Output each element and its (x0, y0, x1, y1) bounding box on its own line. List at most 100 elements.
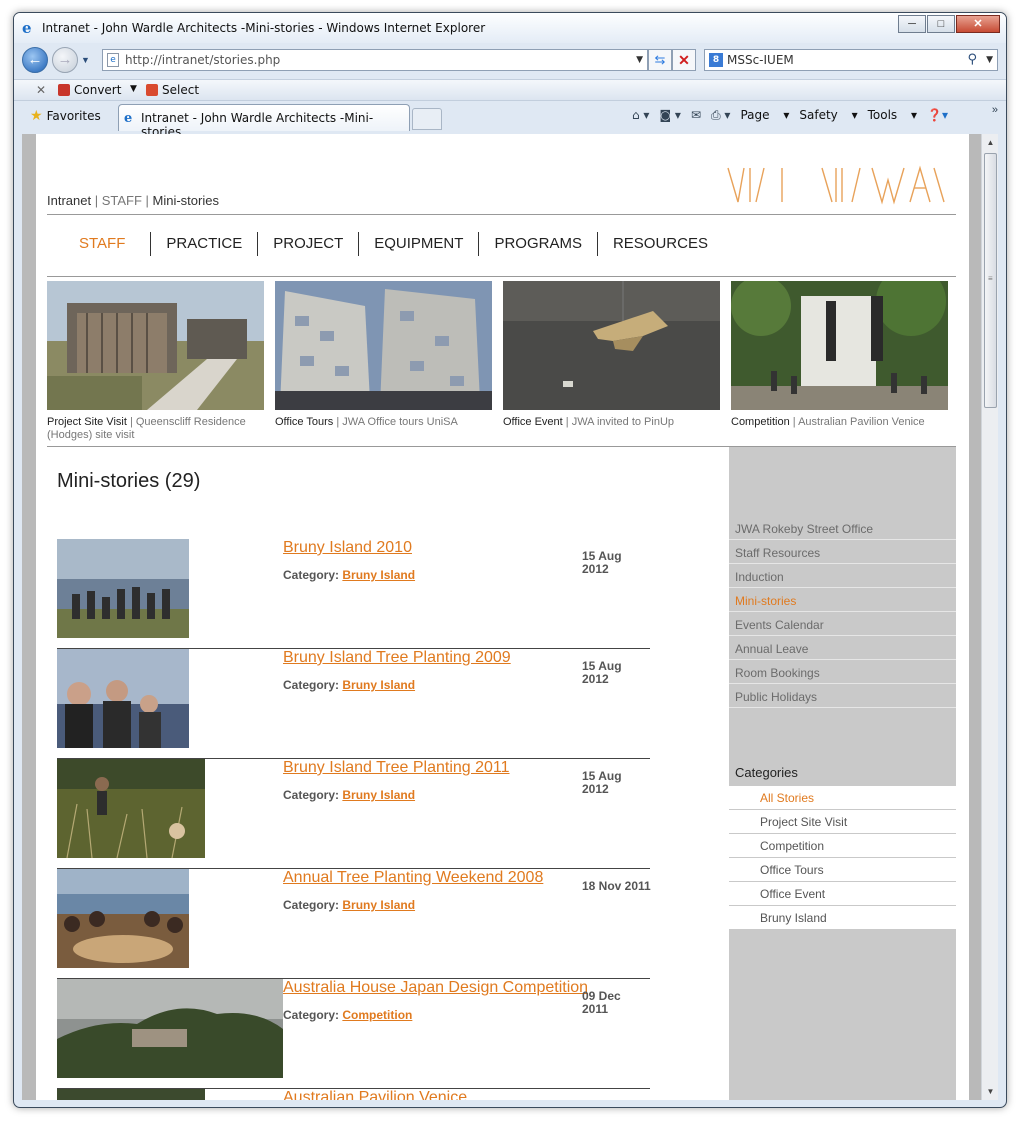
scroll-down-icon[interactable]: ▼ (982, 1083, 998, 1100)
feature-category[interactable]: Office Event (503, 416, 563, 428)
convert-dropdown-icon[interactable]: ▼ (130, 84, 137, 94)
story-category-link[interactable]: Bruny Island (342, 788, 415, 802)
feature-title[interactable]: JWA Office tours UniSA (342, 416, 458, 428)
story-date: 15 Aug 2012 (582, 770, 652, 796)
feature-card[interactable]: Project Site Visit | Queenscliff Residen… (47, 281, 264, 442)
breadcrumb-section[interactable]: STAFF (102, 193, 142, 208)
title-bar: e Intranet - John Wardle Architects -Min… (14, 13, 1006, 43)
feeds-icon[interactable]: ◙ ▾ (659, 108, 680, 123)
safety-menu[interactable]: Safety ▾ (799, 108, 857, 123)
page-menu[interactable]: Page ▾ (740, 108, 789, 123)
story-title-link[interactable]: Bruny Island 2010 (283, 539, 412, 557)
category-item-bruny-island[interactable]: Bruny Island (729, 906, 956, 930)
close-button[interactable]: ✕ (956, 15, 1000, 33)
feature-category[interactable]: Office Tours (275, 416, 333, 428)
feature-card[interactable]: Competition | Australian Pavilion Venice (731, 281, 948, 429)
new-tab-button[interactable] (412, 108, 442, 130)
stop-button[interactable]: ✕ (672, 49, 696, 71)
tools-menu[interactable]: Tools ▾ (868, 108, 917, 123)
feature-category[interactable]: Competition (731, 416, 790, 428)
jwa-logo[interactable] (724, 162, 949, 208)
toolbar-overflow-icon[interactable]: » (992, 104, 998, 116)
feature-photo[interactable] (503, 281, 720, 410)
scrollbar-thumb[interactable]: ≡ (984, 153, 997, 408)
feature-title[interactable]: JWA invited to PinUp (572, 416, 674, 428)
favorites-label: Favorites (46, 109, 101, 123)
help-icon[interactable]: ❓▾ (927, 108, 948, 123)
nav-item-resources[interactable]: RESOURCES (596, 232, 723, 256)
sidebar-item-induction[interactable]: Induction (729, 565, 956, 588)
sidebar-item-staff-resources[interactable]: Staff Resources (729, 541, 956, 564)
address-dropdown-icon[interactable]: ▼ (636, 50, 643, 70)
feature-photo[interactable] (275, 281, 492, 410)
select-button[interactable]: Select (146, 83, 199, 97)
sidebar-item-events-calendar[interactable]: Events Calendar (729, 613, 956, 636)
forward-button[interactable]: → (52, 47, 78, 73)
back-button[interactable]: ← (22, 47, 48, 73)
story-title-link[interactable]: Annual Tree Planting Weekend 2008 (283, 869, 543, 887)
refresh-button[interactable]: ⇆ (648, 49, 672, 71)
recent-pages-dropdown-icon[interactable]: ▼ (81, 55, 90, 65)
category-item-project-site-visit[interactable]: Project Site Visit (729, 810, 956, 834)
story-title-link[interactable]: Bruny Island Tree Planting 2009 (283, 649, 511, 667)
story-title-link[interactable]: Australian Pavilion Venice (283, 1089, 467, 1100)
story-thumbnail[interactable] (57, 649, 189, 748)
feature-card[interactable]: Office Event | JWA invited to PinUp (503, 281, 720, 429)
home-icon[interactable]: ⌂ ▾ (632, 108, 649, 123)
story-date-day: 18 Nov 2011 (582, 879, 651, 893)
nav-item-practice[interactable]: PRACTICE (150, 232, 257, 256)
feature-photo[interactable] (731, 281, 948, 410)
story-thumbnail[interactable] (57, 539, 189, 638)
favorites-button[interactable]: ★ Favorites (30, 108, 101, 124)
sidebar-item-annual-leave[interactable]: Annual Leave (729, 637, 956, 660)
nav-item-equipment[interactable]: EQUIPMENT (358, 232, 478, 256)
pdf-convert-icon (58, 84, 70, 96)
sidebar-item-mini-stories[interactable]: Mini-stories (729, 589, 956, 612)
feature-card[interactable]: Office Tours | JWA Office tours UniSA (275, 281, 492, 429)
scroll-up-icon[interactable]: ▲ (982, 134, 998, 151)
story-title-link[interactable]: Australia House Japan Design Competition (283, 979, 588, 997)
nav-item-programs[interactable]: PROGRAMS (478, 232, 597, 256)
window-title: Intranet - John Wardle Architects -Mini-… (42, 21, 486, 35)
feature-photo[interactable] (47, 281, 264, 410)
close-toolbar-icon[interactable]: ✕ (36, 83, 46, 97)
minimize-button[interactable]: ─ (898, 15, 926, 33)
search-icon[interactable]: ⚲ (967, 50, 977, 70)
caption-separator: | (333, 416, 343, 428)
search-dropdown-icon[interactable]: ▼ (986, 50, 993, 70)
vertical-scrollbar[interactable]: ▲ ≡ ▼ (981, 134, 998, 1100)
category-item-office-tours[interactable]: Office Tours (729, 858, 956, 882)
nav-item-project[interactable]: PROJECT (257, 232, 358, 256)
category-item-all-stories[interactable]: All Stories (729, 786, 956, 810)
search-box[interactable]: 8 MSSc-IUEM ⚲ ▼ (704, 49, 998, 71)
sidebar-item-jwa-rokeby-street-office[interactable]: JWA Rokeby Street Office (729, 517, 956, 540)
maximize-button[interactable]: □ (927, 15, 955, 33)
address-bar[interactable]: e http://intranet/stories.php ▼ (102, 49, 648, 71)
feature-category[interactable]: Project Site Visit (47, 416, 127, 428)
category-label: Category: (283, 898, 340, 912)
feature-title[interactable]: Australian Pavilion Venice (798, 416, 925, 428)
category-item-competition[interactable]: Competition (729, 834, 956, 858)
category-item-office-event[interactable]: Office Event (729, 882, 956, 906)
star-icon: ★ (30, 108, 43, 124)
breadcrumb-home[interactable]: Intranet (47, 193, 91, 208)
sidebar-item-room-bookings[interactable]: Room Bookings (729, 661, 956, 684)
story-thumbnail[interactable] (57, 979, 283, 1078)
sidebar-item-public-holidays[interactable]: Public Holidays (729, 685, 956, 708)
mail-icon[interactable]: ✉ (691, 108, 701, 123)
story-thumbnail[interactable] (57, 759, 205, 858)
tab-active[interactable]: e Intranet - John Wardle Architects -Min… (118, 104, 410, 139)
story-category-link[interactable]: Bruny Island (342, 568, 415, 582)
story-thumbnail[interactable] (57, 1089, 205, 1100)
story-category-link[interactable]: Bruny Island (342, 898, 415, 912)
story-category: Category: Competition (283, 1008, 412, 1022)
story-title-link[interactable]: Bruny Island Tree Planting 2011 (283, 759, 510, 777)
nav-item-staff[interactable]: STAFF (47, 232, 150, 256)
story-thumbnail[interactable] (57, 869, 189, 968)
story-category-link[interactable]: Competition (342, 1008, 412, 1022)
convert-button[interactable]: Convert (58, 83, 121, 97)
print-icon[interactable]: ⎙ ▾ (711, 108, 730, 123)
story-date-year: 2011 (582, 1002, 609, 1016)
breadcrumb: Intranet | STAFF | Mini-stories (47, 193, 219, 208)
story-category-link[interactable]: Bruny Island (342, 678, 415, 692)
